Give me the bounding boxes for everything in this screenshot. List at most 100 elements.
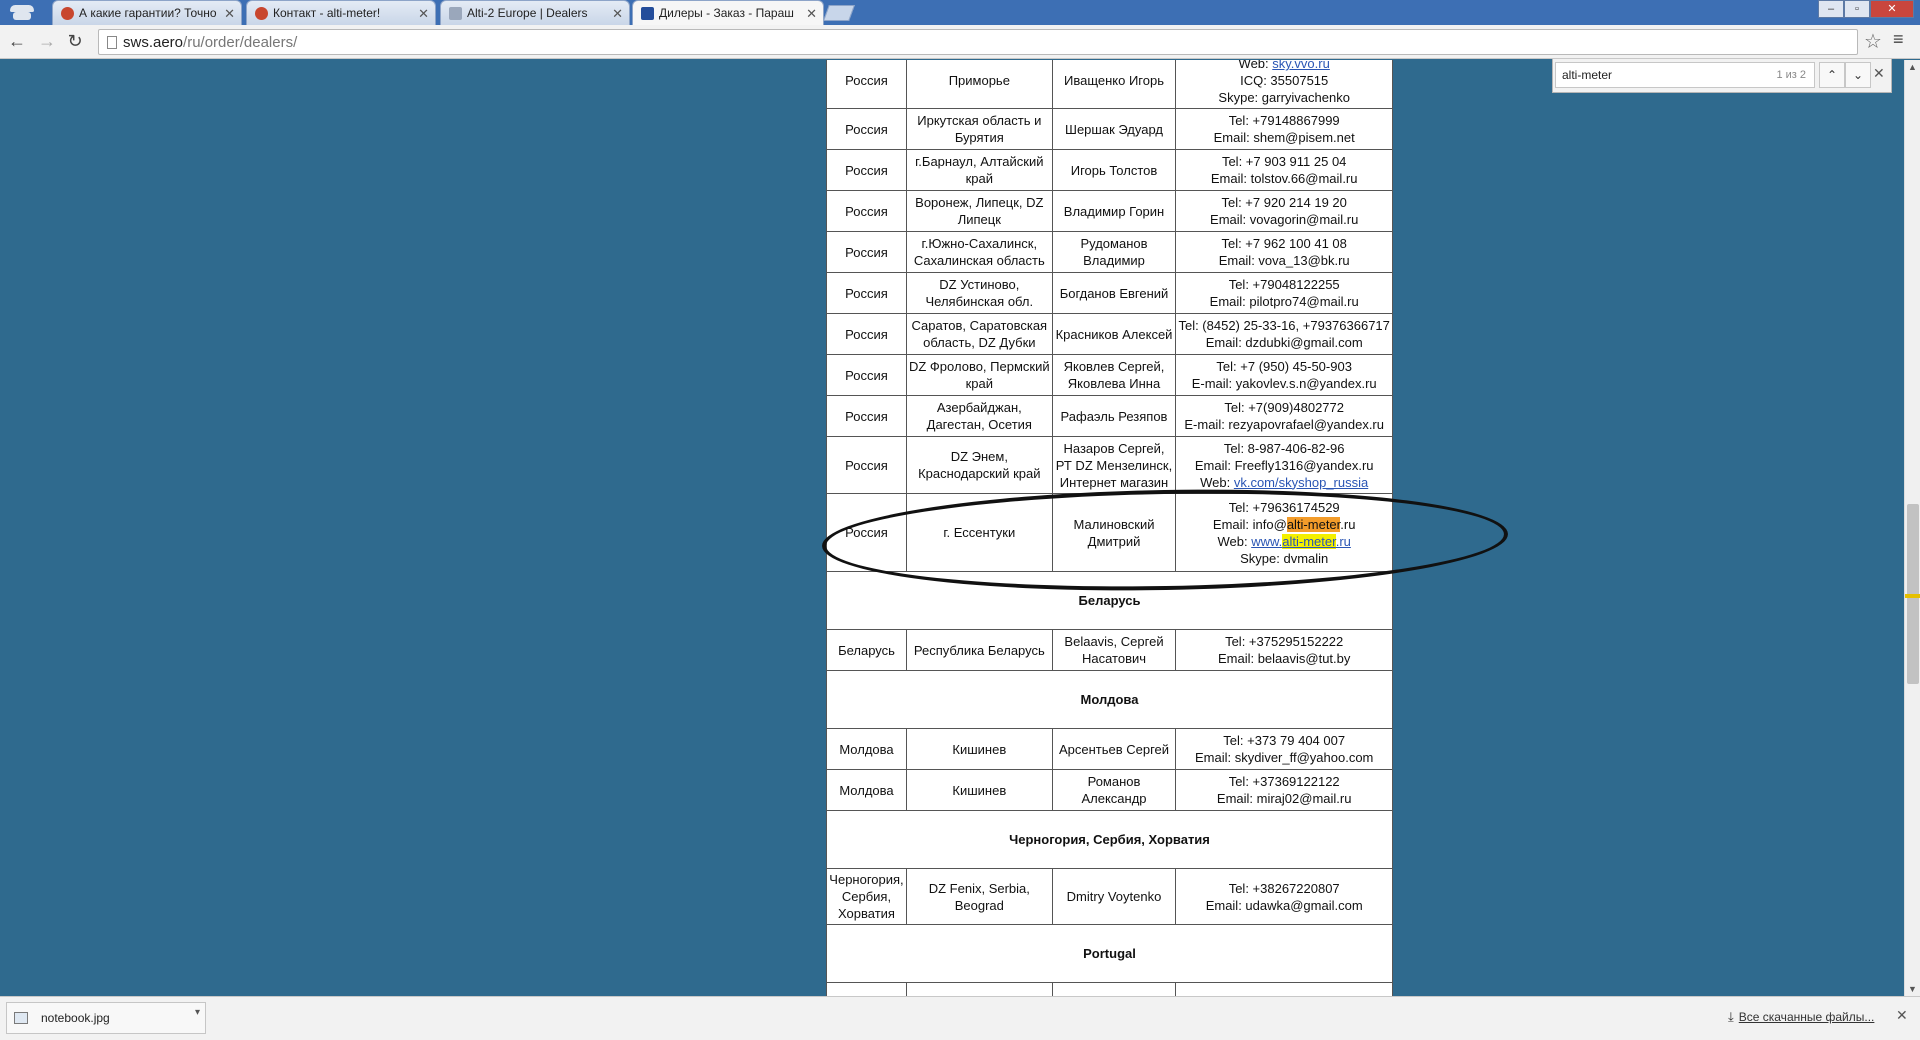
contact-line: Email: miraj02@mail.ru [1216, 791, 1352, 806]
find-bar: alti-meter 1 из 2 ⌃ ⌄ ✕ [1552, 59, 1892, 93]
region-cell: г.Барнаул, Алтайский край [905, 149, 1053, 191]
dealer-name-cell: Назаров Сергей, РТ DZ Мензелинск, Интерн… [1051, 436, 1177, 494]
country-cell: Россия [826, 313, 907, 355]
contacts-cell: Web: sky.vvo.ru ICQ: 35507515 Skype: garry… [1175, 60, 1393, 109]
country-cell: Россия [826, 436, 907, 494]
contact-line: Email: belaavis@tut.by [1217, 651, 1351, 666]
close-download-bar-icon[interactable]: ✕ [1896, 1007, 1908, 1024]
contact-line: Tel: +7 920 214 19 20 [1221, 195, 1347, 210]
find-input[interactable]: alti-meter 1 из 2 [1555, 62, 1815, 88]
contacts-cell: Tel: +38267220807 Email: udawka@gmail.com [1175, 868, 1393, 925]
region-cell: Республика Беларусь [905, 629, 1053, 671]
find-match: alti-meter [1282, 533, 1336, 549]
contacts-cell: Tel: +7(909)4802772 E-mail: rezyapovrafae… [1175, 395, 1393, 437]
region-cell: Кишинев [905, 769, 1053, 811]
contact-line: Email: skydiver_ff@yahoo.com [1194, 750, 1374, 765]
contact-line: ICQ: 35507515 [1240, 73, 1329, 88]
empty-cell [826, 982, 907, 996]
close-tab-icon[interactable]: ✕ [418, 1, 429, 25]
scroll-up-arrow-icon[interactable]: ▲ [1908, 62, 1917, 72]
dealer-name-cell: Иващенко Игорь [1051, 60, 1177, 109]
contact-line: Tel: +37369122122 [1228, 774, 1340, 789]
sws-logo-icon [641, 7, 654, 20]
page-content: Россия Приморье Иващенко Игорь Web: sky.vvo… [0, 60, 1904, 996]
website-link[interactable]: sky.vvo.ru [1272, 60, 1330, 71]
contacts-cell: Tel: +7 920 214 19 20 Email: vovagorin@ma… [1175, 190, 1393, 232]
close-tab-icon[interactable]: ✕ [612, 1, 623, 25]
reload-icon[interactable]: ↻ [64, 30, 86, 52]
dealer-row: Россия DZ Устиново, Челябинская обл. Богда… [826, 272, 1393, 314]
chevron-down-icon[interactable]: ▾ [195, 1007, 200, 1018]
blank-page-icon [449, 7, 462, 20]
contact-line: Email: dzdubki@gmail.com [1205, 335, 1363, 350]
dealer-row: Россия Воронеж, Липецк, DZ Липецк Владимир… [826, 190, 1393, 232]
website-link[interactable]: vk.com/skyshop_russia [1234, 475, 1368, 490]
find-previous-button[interactable]: ⌃ [1819, 62, 1845, 88]
dealer-row-partial [826, 982, 1393, 996]
empty-cell [905, 982, 1053, 996]
incognito-profile-icon[interactable] [4, 2, 40, 23]
dealer-name-cell: Богданов Евгений [1051, 272, 1177, 314]
country-cell: Россия [826, 231, 907, 273]
bookmark-star-icon[interactable]: ☆ [1864, 29, 1882, 54]
country-section-header: Черногория, Сербия, Хорватия [826, 810, 1393, 869]
close-find-icon[interactable]: ✕ [1873, 65, 1885, 82]
contact-line: E-mail: rezyapovrafael@yandex.ru [1184, 417, 1384, 432]
contact-line: Tel: 8-987-406-82-96 [1223, 440, 1345, 456]
window-controls: – ▫ ✕ [1818, 0, 1914, 18]
contact-line: Web: vk.com/skyshop_russia [1200, 474, 1369, 490]
close-window-button[interactable]: ✕ [1870, 0, 1914, 18]
contact-line: Email: Freefly1316@yandex.ru [1194, 457, 1374, 473]
address-bar[interactable]: sws.aero/ru/order/dealers/ [98, 29, 1858, 55]
region-cell: DZ Fenix, Serbia, Beograd [905, 868, 1053, 925]
vertical-scrollbar[interactable]: ▲ ▼ [1904, 60, 1920, 996]
download-file-name: notebook.jpg [41, 1011, 110, 1025]
dealer-name-cell: Игорь Толстов [1051, 149, 1177, 191]
contact-line: Email: info@alti-meter.ru [1212, 516, 1356, 532]
country-cell: Молдова [826, 769, 907, 811]
country-cell: Россия [826, 60, 907, 109]
contact-line: Email: vovagorin@mail.ru [1210, 212, 1359, 227]
contact-line: Tel: +79636174529 [1228, 499, 1340, 515]
contact-line: Email: shem@pisem.net [1213, 130, 1355, 145]
find-next-button[interactable]: ⌄ [1845, 62, 1871, 88]
back-arrow-icon[interactable]: ← [6, 30, 28, 52]
show-all-downloads-link[interactable]: ⤓ Все скачанные файлы... [1728, 1009, 1874, 1025]
contacts-cell: Tel: (8452) 25-33-16, +79376366717 Email:… [1175, 313, 1393, 355]
dealer-name-cell: Belaavis, Сергей Насатович [1051, 629, 1177, 671]
country-section-header: Молдова [826, 670, 1393, 729]
contact-line: Tel: +7 (950) 45-50-903 [1216, 359, 1352, 374]
minimize-button[interactable]: – [1818, 0, 1844, 18]
new-tab-button[interactable] [823, 5, 855, 21]
region-cell: г.Южно-Сахалинск, Сахалинская область [905, 231, 1053, 273]
website-link[interactable]: www.alti-meter.ru [1251, 533, 1351, 549]
contacts-cell: Tel: +373 79 404 007 Email: skydiver_ff@y… [1175, 728, 1393, 770]
tab-guarantees[interactable]: А какие гарантии? Точно ✕ [52, 0, 242, 25]
close-tab-icon[interactable]: ✕ [224, 1, 235, 25]
menu-icon[interactable]: ≡ [1893, 29, 1904, 50]
close-tab-icon[interactable]: ✕ [806, 1, 817, 25]
tab-dealers-active[interactable]: Дилеры - Заказ - Параш ✕ [632, 0, 824, 25]
region-cell: Иркутская область и Бурятия [905, 108, 1053, 150]
contact-line: Web: www.alti-meter.ru [1217, 533, 1351, 549]
contact-line: Tel: +7 903 911 25 04 [1221, 154, 1347, 169]
dealer-row: Россия г.Барнаул, Алтайский край Игорь Тол… [826, 149, 1393, 191]
url-text[interactable]: sws.aero/ru/order/dealers/ [123, 34, 297, 51]
dealers-table: Россия Приморье Иващенко Игорь Web: sky.vvo… [826, 60, 1393, 996]
region-cell: DZ Устиново, Челябинская обл. [905, 272, 1053, 314]
contacts-cell: Tel: +7 962 100 41 08 Email: vova_13@bk.r… [1175, 231, 1393, 273]
dealer-name-cell: Dmitry Voytenko [1051, 868, 1177, 925]
contact-line: Tel: +79148867999 [1228, 113, 1340, 128]
dealer-row: Россия DZ Фролово, Пермский край Яковлев С… [826, 354, 1393, 396]
contact-line: Web: sky.vvo.ru [1178, 60, 1390, 72]
maximize-button[interactable]: ▫ [1844, 0, 1870, 18]
tab-contact[interactable]: Контакт - alti-meter! ✕ [246, 0, 436, 25]
tab-alti2-dealers[interactable]: Alti-2 Europe | Dealers ✕ [440, 0, 630, 25]
dealer-row-highlighted: Россия г. Ессентуки Малиновский Дмитрий Tel… [826, 493, 1393, 572]
scroll-down-arrow-icon[interactable]: ▼ [1908, 984, 1917, 994]
download-item[interactable]: notebook.jpg ▾ [6, 1002, 206, 1034]
browser-toolbar: ← → ↻ sws.aero/ru/order/dealers/ ☆ ≡ [0, 25, 1920, 59]
dealer-row: Россия Саратов, Саратовская область, DZ Д… [826, 313, 1393, 355]
forward-arrow-icon[interactable]: → [36, 30, 58, 52]
country-cell: Россия [826, 272, 907, 314]
